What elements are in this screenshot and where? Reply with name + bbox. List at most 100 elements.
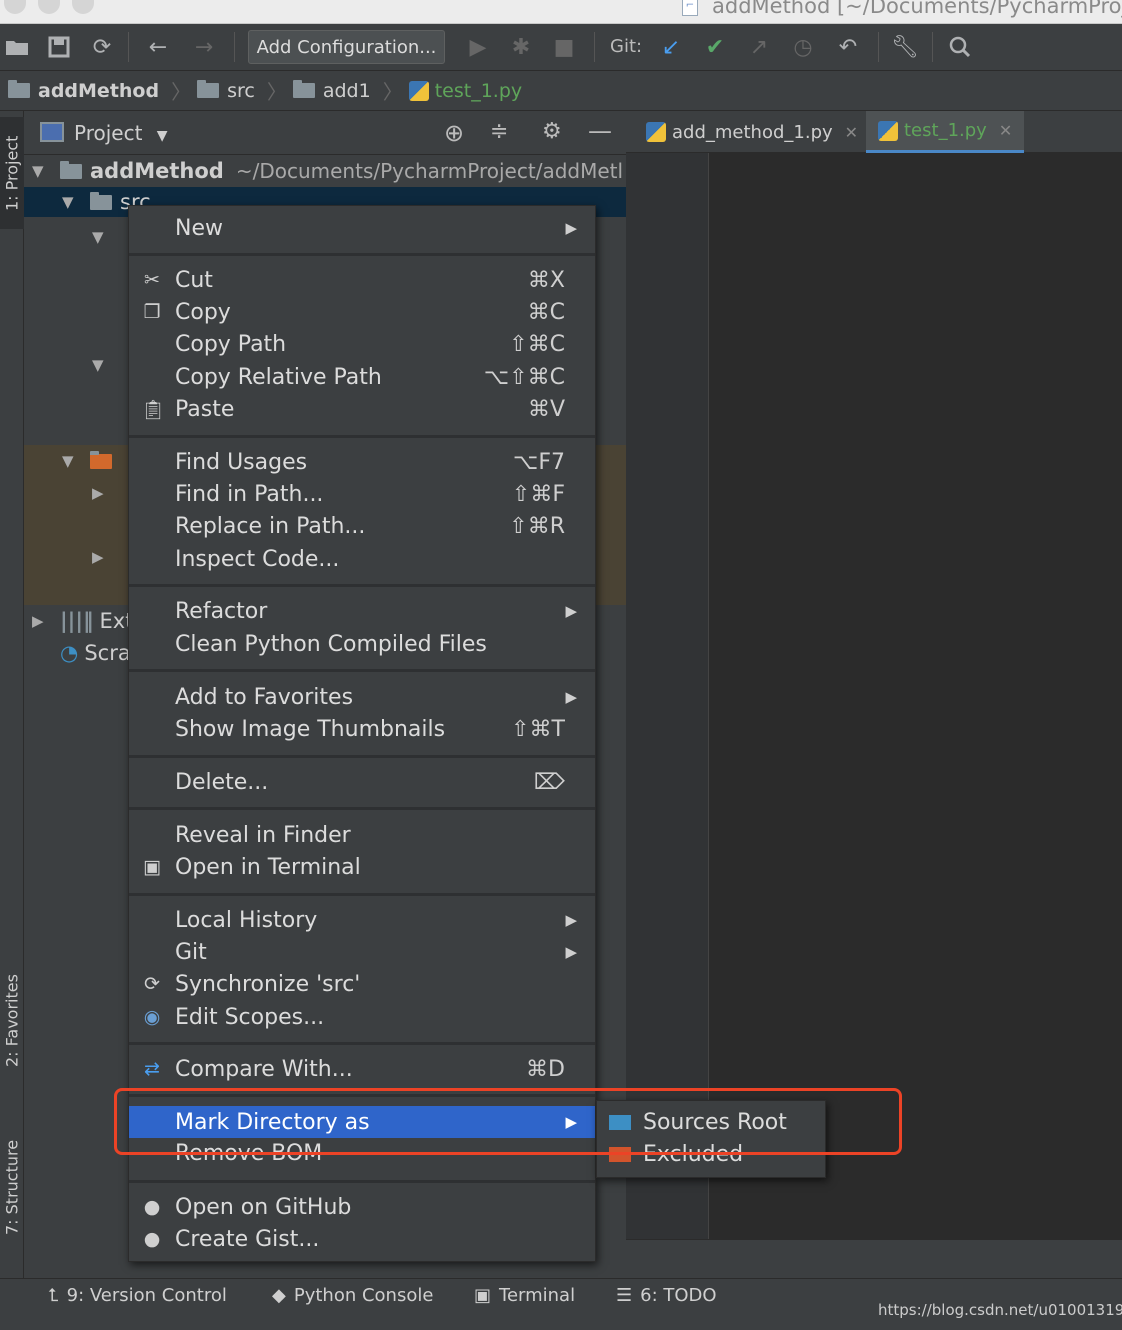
chevron-right-icon: 〉 [266,80,287,104]
wrench-icon[interactable]: 🔧︎ [891,34,919,60]
file-icon: ⌐ [682,0,698,16]
tree-node-root[interactable]: ▼ addMethod ~/Documents/PycharmProject/a… [24,155,626,187]
add-configuration-button[interactable]: Add Configuration... [248,30,445,64]
menu-shortcut: ⌥⇧⌘C [483,364,565,390]
breadcrumb: addMethod 〉 src 〉 add1 〉 test_1.py [0,71,1122,111]
left-tool-strip: 1: Project 2: Favorites 7: Structure [0,111,24,1278]
menu-item-compare-with[interactable]: ⇄ Compare With... ⌘D [129,1053,595,1085]
menu-item-refactor[interactable]: Refactor ▶ [129,595,595,627]
menu-item-synchronize[interactable]: ⟳ Synchronize 'src' [129,968,595,1000]
tab-terminal[interactable]: ▣ Terminal [474,1285,575,1306]
gear-icon[interactable]: ⚙ [542,119,562,144]
save-icon[interactable] [46,34,72,60]
menu-item-local-history[interactable]: Local History ▶ [129,904,595,936]
expand-arrow-icon[interactable]: ▼ [32,162,52,180]
tab-version-control[interactable]: ⮤ 9: Version Control [48,1285,227,1306]
submenu-arrow-icon: ▶ [565,688,577,706]
editor-gutter [626,153,708,1239]
menu-item-add-to-favorites[interactable]: Add to Favorites ▶ [129,681,595,713]
expand-arrow-icon[interactable]: ▼ [62,452,82,470]
menu-item-copy[interactable]: ❐ Copy ⌘C [129,296,595,328]
tab-test-file[interactable]: test_1.py ✕ [866,111,1025,153]
sync-icon[interactable]: ⟳ [88,34,116,60]
menu-item-replace-in-path[interactable]: Replace in Path... ⇧⌘R [129,510,595,542]
menu-item-copy-relative-path[interactable]: Copy Relative Path ⌥⇧⌘C [129,361,595,393]
menu-item-reveal-in-finder[interactable]: Reveal in Finder [129,819,595,851]
git-commit-icon[interactable]: ✔ [702,34,728,60]
menu-item-new[interactable]: New ▶ [129,212,595,244]
breadcrumb-item-add1[interactable]: add1 [292,80,371,102]
menu-item-copy-path[interactable]: Copy Path ⇧⌘C [129,328,595,360]
menu-item-find-in-path[interactable]: Find in Path... ⇧⌘F [129,478,595,510]
menu-label: Git [175,939,207,965]
menu-item-delete[interactable]: Delete... ⌦ [129,766,595,798]
close-icon[interactable]: ✕ [999,121,1012,140]
menu-item-open-in-terminal[interactable]: ▣ Open in Terminal [129,851,595,883]
back-arrow-icon[interactable]: ← [144,34,172,60]
hide-panel-icon[interactable]: — [588,117,612,145]
menu-item-clean-compiled[interactable]: Clean Python Compiled Files [129,628,595,660]
project-view-selector[interactable]: Project ▼ [74,121,168,145]
tab-label: 6: TODO [640,1285,717,1306]
expand-arrow-icon[interactable]: ▼ [62,193,82,211]
project-panel-title: Project [74,121,143,145]
revert-icon[interactable]: ↶ [834,34,862,60]
menu-label: Edit Scopes... [175,1004,325,1030]
close-window-button[interactable] [4,0,26,14]
menu-item-create-gist[interactable]: ● Create Gist... [129,1223,595,1255]
tab-project-label: 1: Project [2,135,22,211]
stop-icon[interactable]: ■ [552,34,576,60]
run-icon[interactable]: ▶ [466,34,490,60]
annotation-highlight-box [114,1088,902,1155]
forward-arrow-icon[interactable]: → [190,34,218,60]
menu-label: New [175,215,223,241]
watermark-text: https://blog.csdn.net/u010013191 [878,1301,1122,1319]
menu-item-paste[interactable]: 📋︎ Paste ⌘V [129,393,595,425]
breadcrumb-item-src[interactable]: src [197,80,255,102]
tab-python-console[interactable]: ◆ Python Console [272,1285,433,1306]
search-icon[interactable] [946,34,974,60]
expand-arrow-icon[interactable]: ▶ [32,612,52,630]
git-push-icon[interactable]: ↗ [746,34,772,60]
copy-icon: ❐ [143,301,161,323]
tab-favorites-label: 2: Favorites [2,974,22,1068]
locate-icon[interactable]: ⊕ [444,119,464,147]
window-titlebar: ⌐ addMethod [~/Documents/PycharmProject [0,0,1122,24]
menu-label: Clean Python Compiled Files [175,631,487,657]
menu-item-open-on-github[interactable]: ● Open on GitHub [129,1191,595,1223]
menu-item-git[interactable]: Git ▶ [129,936,595,968]
menu-item-edit-scopes[interactable]: ◉ Edit Scopes... [129,1001,595,1033]
breadcrumb-item-addmethod[interactable]: addMethod [8,80,159,102]
history-icon[interactable]: ◷ [790,34,816,60]
menu-item-cut[interactable]: ✂ Cut ⌘X [129,264,595,296]
expand-arrow-icon[interactable]: ▶ [92,548,112,566]
menu-item-find-usages[interactable]: Find Usages ⌥F7 [129,446,595,478]
tab-project[interactable]: 1: Project [0,117,24,229]
folder-icon [197,80,220,98]
breadcrumb-item-test-file[interactable]: test_1.py [408,79,523,102]
menu-item-inspect-code[interactable]: Inspect Code... [129,543,595,575]
debug-icon[interactable]: ✱ [508,34,534,60]
collapse-all-icon[interactable]: ≑ [490,119,508,144]
tab-add-method-file[interactable]: add_method_1.py ✕ [634,111,870,153]
open-folder-icon[interactable] [4,34,30,60]
close-icon[interactable]: ✕ [845,123,858,142]
window-title: addMethod [~/Documents/PycharmProject [712,0,1122,18]
expand-arrow-icon[interactable]: ▶ [92,484,112,502]
menu-label: Inspect Code... [175,546,340,572]
expand-arrow-icon[interactable]: ▼ [92,228,112,246]
menu-item-show-thumbnails[interactable]: Show Image Thumbnails ⇧⌘T [129,713,595,745]
minimize-window-button[interactable] [38,0,60,14]
tab-todo[interactable]: ☰ 6: TODO [616,1285,717,1306]
zoom-window-button[interactable] [72,0,94,14]
git-update-icon[interactable]: ↙ [658,34,684,60]
menu-label: Cut [175,267,213,293]
tab-favorites[interactable]: 2: Favorites [0,951,24,1091]
folder-icon [90,191,112,210]
compare-icon: ⇄ [144,1058,160,1080]
sync-icon: ⟳ [144,973,160,995]
editor-tabs: add_method_1.py ✕ test_1.py ✕ [626,111,1122,153]
expand-arrow-icon[interactable]: ▼ [92,356,112,374]
breadcrumb-label: test_1.py [434,79,523,102]
tab-structure[interactable]: 7: Structure [0,1121,24,1253]
